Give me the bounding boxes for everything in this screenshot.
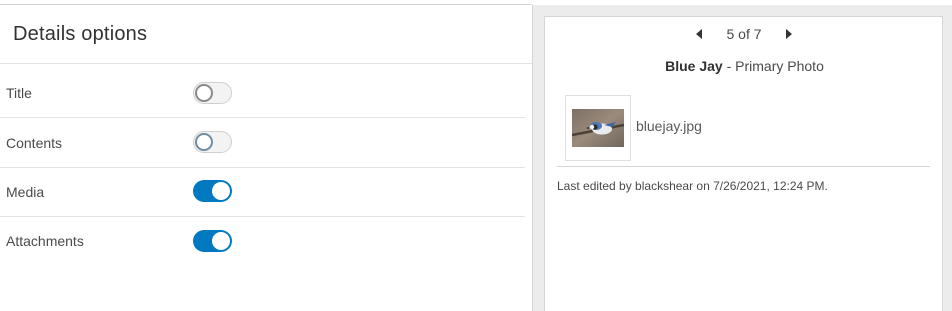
- option-label-title: Title: [6, 85, 32, 101]
- details-options-panel: Details options Title Contents Media Att…: [0, 5, 532, 311]
- bird-photo-thumbnail: [572, 109, 624, 147]
- row-divider: [0, 117, 525, 118]
- attachment-thumbnail[interactable]: [565, 95, 631, 161]
- option-row-contents: Contents: [0, 119, 525, 168]
- media-toggle[interactable]: [193, 180, 232, 202]
- popup-preview: 5 of 7 Blue Jay - Primary Photo bluejay.…: [544, 16, 943, 311]
- caret-right-icon[interactable]: [786, 29, 792, 39]
- feature-subtitle: - Primary Photo: [722, 58, 824, 74]
- option-row-title: Title: [0, 69, 525, 118]
- option-label-media: Media: [6, 184, 45, 200]
- caret-left-icon[interactable]: [696, 29, 702, 39]
- title-divider: [0, 63, 532, 64]
- last-edited-info: Last edited by blackshear on 7/26/2021, …: [557, 179, 828, 193]
- toggle-knob: [212, 232, 230, 250]
- option-label-contents: Contents: [6, 135, 63, 151]
- attachments-toggle[interactable]: [193, 230, 232, 252]
- contents-toggle[interactable]: [193, 131, 232, 153]
- feature-pager: 5 of 7: [545, 26, 944, 44]
- option-label-attachments: Attachments: [6, 233, 84, 249]
- feature-title: Blue Jay - Primary Photo: [545, 58, 944, 74]
- title-toggle[interactable]: [193, 82, 232, 104]
- toggle-knob: [212, 182, 230, 200]
- attachment-filename[interactable]: bluejay.jpg: [636, 118, 702, 134]
- toggle-knob: [195, 84, 213, 102]
- option-row-attachments: Attachments: [0, 217, 525, 266]
- feature-name: Blue Jay: [665, 58, 723, 74]
- page-indicator: 5 of 7: [726, 26, 762, 42]
- panel-title: Details options: [13, 23, 148, 45]
- popup-divider: [557, 166, 930, 167]
- toggle-knob: [195, 133, 213, 151]
- option-row-media: Media: [0, 168, 525, 217]
